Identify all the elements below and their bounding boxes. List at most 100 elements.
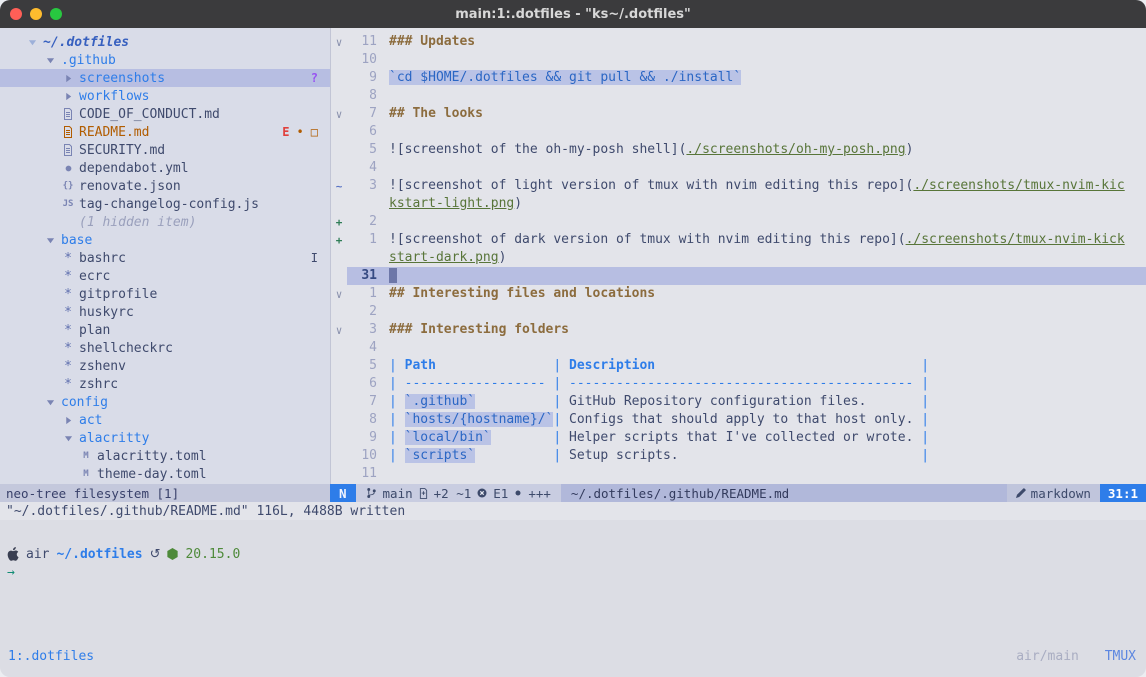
editor-line[interactable]: 9| `local/bin` | Helper scripts that I'v… — [331, 429, 1146, 447]
gutter-sign — [331, 414, 347, 427]
minimize-button[interactable] — [30, 8, 42, 20]
editor-line[interactable]: 6| ------------------ | ----------------… — [331, 375, 1146, 393]
tree-item[interactable]: *huskyrc — [0, 303, 330, 321]
line-number: 11 — [347, 33, 389, 51]
tree-item[interactable]: (1 hidden item) — [0, 213, 330, 231]
editor-line[interactable]: kstart-light.png) — [331, 195, 1146, 213]
line-text: ![screenshot of the oh-my-posh shell](./… — [389, 141, 1146, 159]
tree-item[interactable]: JStag-changelog-config.js — [0, 195, 330, 213]
chev-right-icon — [60, 416, 76, 425]
shell-area[interactable]: air ~/.dotfiles ↺ 20.15.0 → 1:.dotfiles … — [0, 520, 1146, 677]
tree-item-label: shellcheckrc — [79, 341, 173, 356]
line-number: 7 — [347, 393, 389, 411]
tree-item[interactable]: ~/.dotfiles — [0, 33, 330, 51]
editor-line[interactable]: 5![screenshot of the oh-my-posh shell](.… — [331, 141, 1146, 159]
terminal-window: main:1:.dotfiles - "ks~/.dotfiles" ~/.do… — [0, 0, 1146, 677]
editor-panel[interactable]: ∨11### Updates 10 9`cd $HOME/.dotfiles &… — [330, 28, 1146, 484]
editor-line[interactable]: start-dark.png) — [331, 249, 1146, 267]
editor-line[interactable]: 6 — [331, 123, 1146, 141]
tree-item[interactable]: base — [0, 231, 330, 249]
text-segment: | — [921, 412, 929, 427]
editor-line[interactable]: 10| `scripts` | Setup scripts. | — [331, 447, 1146, 465]
editor-line[interactable]: 8| `hosts/{hostname}/`| Configs that sho… — [331, 411, 1146, 429]
chev-right-icon — [60, 74, 76, 83]
tree-item[interactable]: SECURITY.md — [0, 141, 330, 159]
tree-item[interactable]: screenshots? — [0, 69, 330, 87]
gutter-sign: ∨ — [331, 324, 347, 337]
line-text: ![screenshot of dark version of tmux wit… — [389, 231, 1146, 249]
editor-line[interactable]: ∨7## The looks — [331, 105, 1146, 123]
text-segment — [475, 394, 553, 409]
close-button[interactable] — [10, 8, 22, 20]
editor-line[interactable]: 10 — [331, 51, 1146, 69]
line-text: ## Interesting files and locations — [389, 285, 1146, 303]
tree-item[interactable]: CODE_OF_CONDUCT.md — [0, 105, 330, 123]
text-segment: | — [921, 430, 929, 445]
editor-line[interactable]: 9`cd $HOME/.dotfiles && git pull && ./in… — [331, 69, 1146, 87]
chev-down-icon — [24, 38, 40, 47]
text-segment — [655, 358, 921, 373]
editor-line[interactable]: 2 — [331, 303, 1146, 321]
tmux-window-item[interactable]: 1:.dotfiles — [8, 649, 94, 664]
tree-item[interactable]: *shellcheckrc — [0, 339, 330, 357]
neotree-panel[interactable]: ~/.dotfiles.githubscreenshots?workflowsC… — [0, 28, 330, 484]
diagnostics-count: E1 — [493, 486, 508, 501]
editor-line[interactable]: 4 — [331, 159, 1146, 177]
doc-icon — [60, 144, 76, 156]
line-text: ### Updates — [389, 33, 1146, 51]
window-title: main:1:.dotfiles - "ks~/.dotfiles" — [455, 7, 691, 22]
text-segment: Setup scripts. — [569, 448, 921, 463]
tree-item[interactable]: workflows — [0, 87, 330, 105]
editor-line[interactable]: ∨1## Interesting files and locations — [331, 285, 1146, 303]
tree-item-label: renovate.json — [79, 179, 181, 194]
editor-line[interactable]: ~3![screenshot of light version of tmux … — [331, 177, 1146, 195]
m-icon: M — [78, 469, 94, 479]
tree-item[interactable]: README.mdE•□ — [0, 123, 330, 141]
line-number: 3 — [347, 177, 389, 195]
text-segment: ./screenshots/tmux-nvim-kick — [906, 232, 1125, 247]
tree-item[interactable]: dependabot.yml — [0, 159, 330, 177]
tree-item[interactable]: {}renovate.json — [0, 177, 330, 195]
fullscreen-button[interactable] — [50, 8, 62, 20]
line-number: 4 — [347, 339, 389, 357]
editor-line[interactable]: 11 — [331, 465, 1146, 483]
editor-line[interactable]: 31 — [331, 267, 1146, 285]
editor-line[interactable]: 5| Path | Description | — [331, 357, 1146, 375]
line-text — [389, 159, 1146, 177]
editor-line[interactable]: ∨3### Interesting folders — [331, 321, 1146, 339]
tree-item[interactable]: *ecrc — [0, 267, 330, 285]
editor-line[interactable]: 8 — [331, 87, 1146, 105]
tree-item[interactable]: act — [0, 411, 330, 429]
command-line-message: "~/.dotfiles/.github/README.md" 116L, 44… — [0, 502, 1146, 520]
tree-item[interactable]: Malacritty.toml — [0, 447, 330, 465]
tree-item[interactable]: alacritty — [0, 429, 330, 447]
filetype-segment: markdown — [1007, 484, 1100, 502]
tree-item[interactable]: *bashrcI — [0, 249, 330, 267]
editor-line[interactable]: +2 — [331, 213, 1146, 231]
text-segment: | — [389, 394, 405, 409]
tree-item[interactable]: .github — [0, 51, 330, 69]
tmux-right-segment: air/main TMUX — [1016, 649, 1136, 664]
tree-item-label: (1 hidden item) — [79, 215, 196, 230]
line-text: ## The looks — [389, 105, 1146, 123]
tree-item[interactable]: Mtheme-day.toml — [0, 465, 330, 483]
text-segment: | — [553, 448, 569, 463]
editor-line[interactable]: +1![screenshot of dark version of tmux w… — [331, 231, 1146, 249]
tree-item[interactable]: *zshrc — [0, 375, 330, 393]
node-version: 20.15.0 — [185, 547, 240, 562]
editor-line[interactable]: 7| `.github` | GitHub Repository configu… — [331, 393, 1146, 411]
diagnostics-icon — [477, 488, 487, 498]
text-segment: | — [553, 430, 569, 445]
titlebar[interactable]: main:1:.dotfiles - "ks~/.dotfiles" — [0, 0, 1146, 28]
gutter-sign — [331, 198, 347, 211]
tree-item[interactable]: *gitprofile — [0, 285, 330, 303]
tree-item[interactable]: *plan — [0, 321, 330, 339]
editor-line[interactable]: ∨11### Updates — [331, 33, 1146, 51]
gutter-sign — [331, 72, 347, 85]
editor-line[interactable]: 4 — [331, 339, 1146, 357]
tree-item[interactable]: *zshenv — [0, 357, 330, 375]
line-number: 2 — [347, 213, 389, 231]
tree-item[interactable]: config — [0, 393, 330, 411]
text-segment: Path — [405, 358, 436, 373]
chev-down-icon — [60, 434, 76, 443]
